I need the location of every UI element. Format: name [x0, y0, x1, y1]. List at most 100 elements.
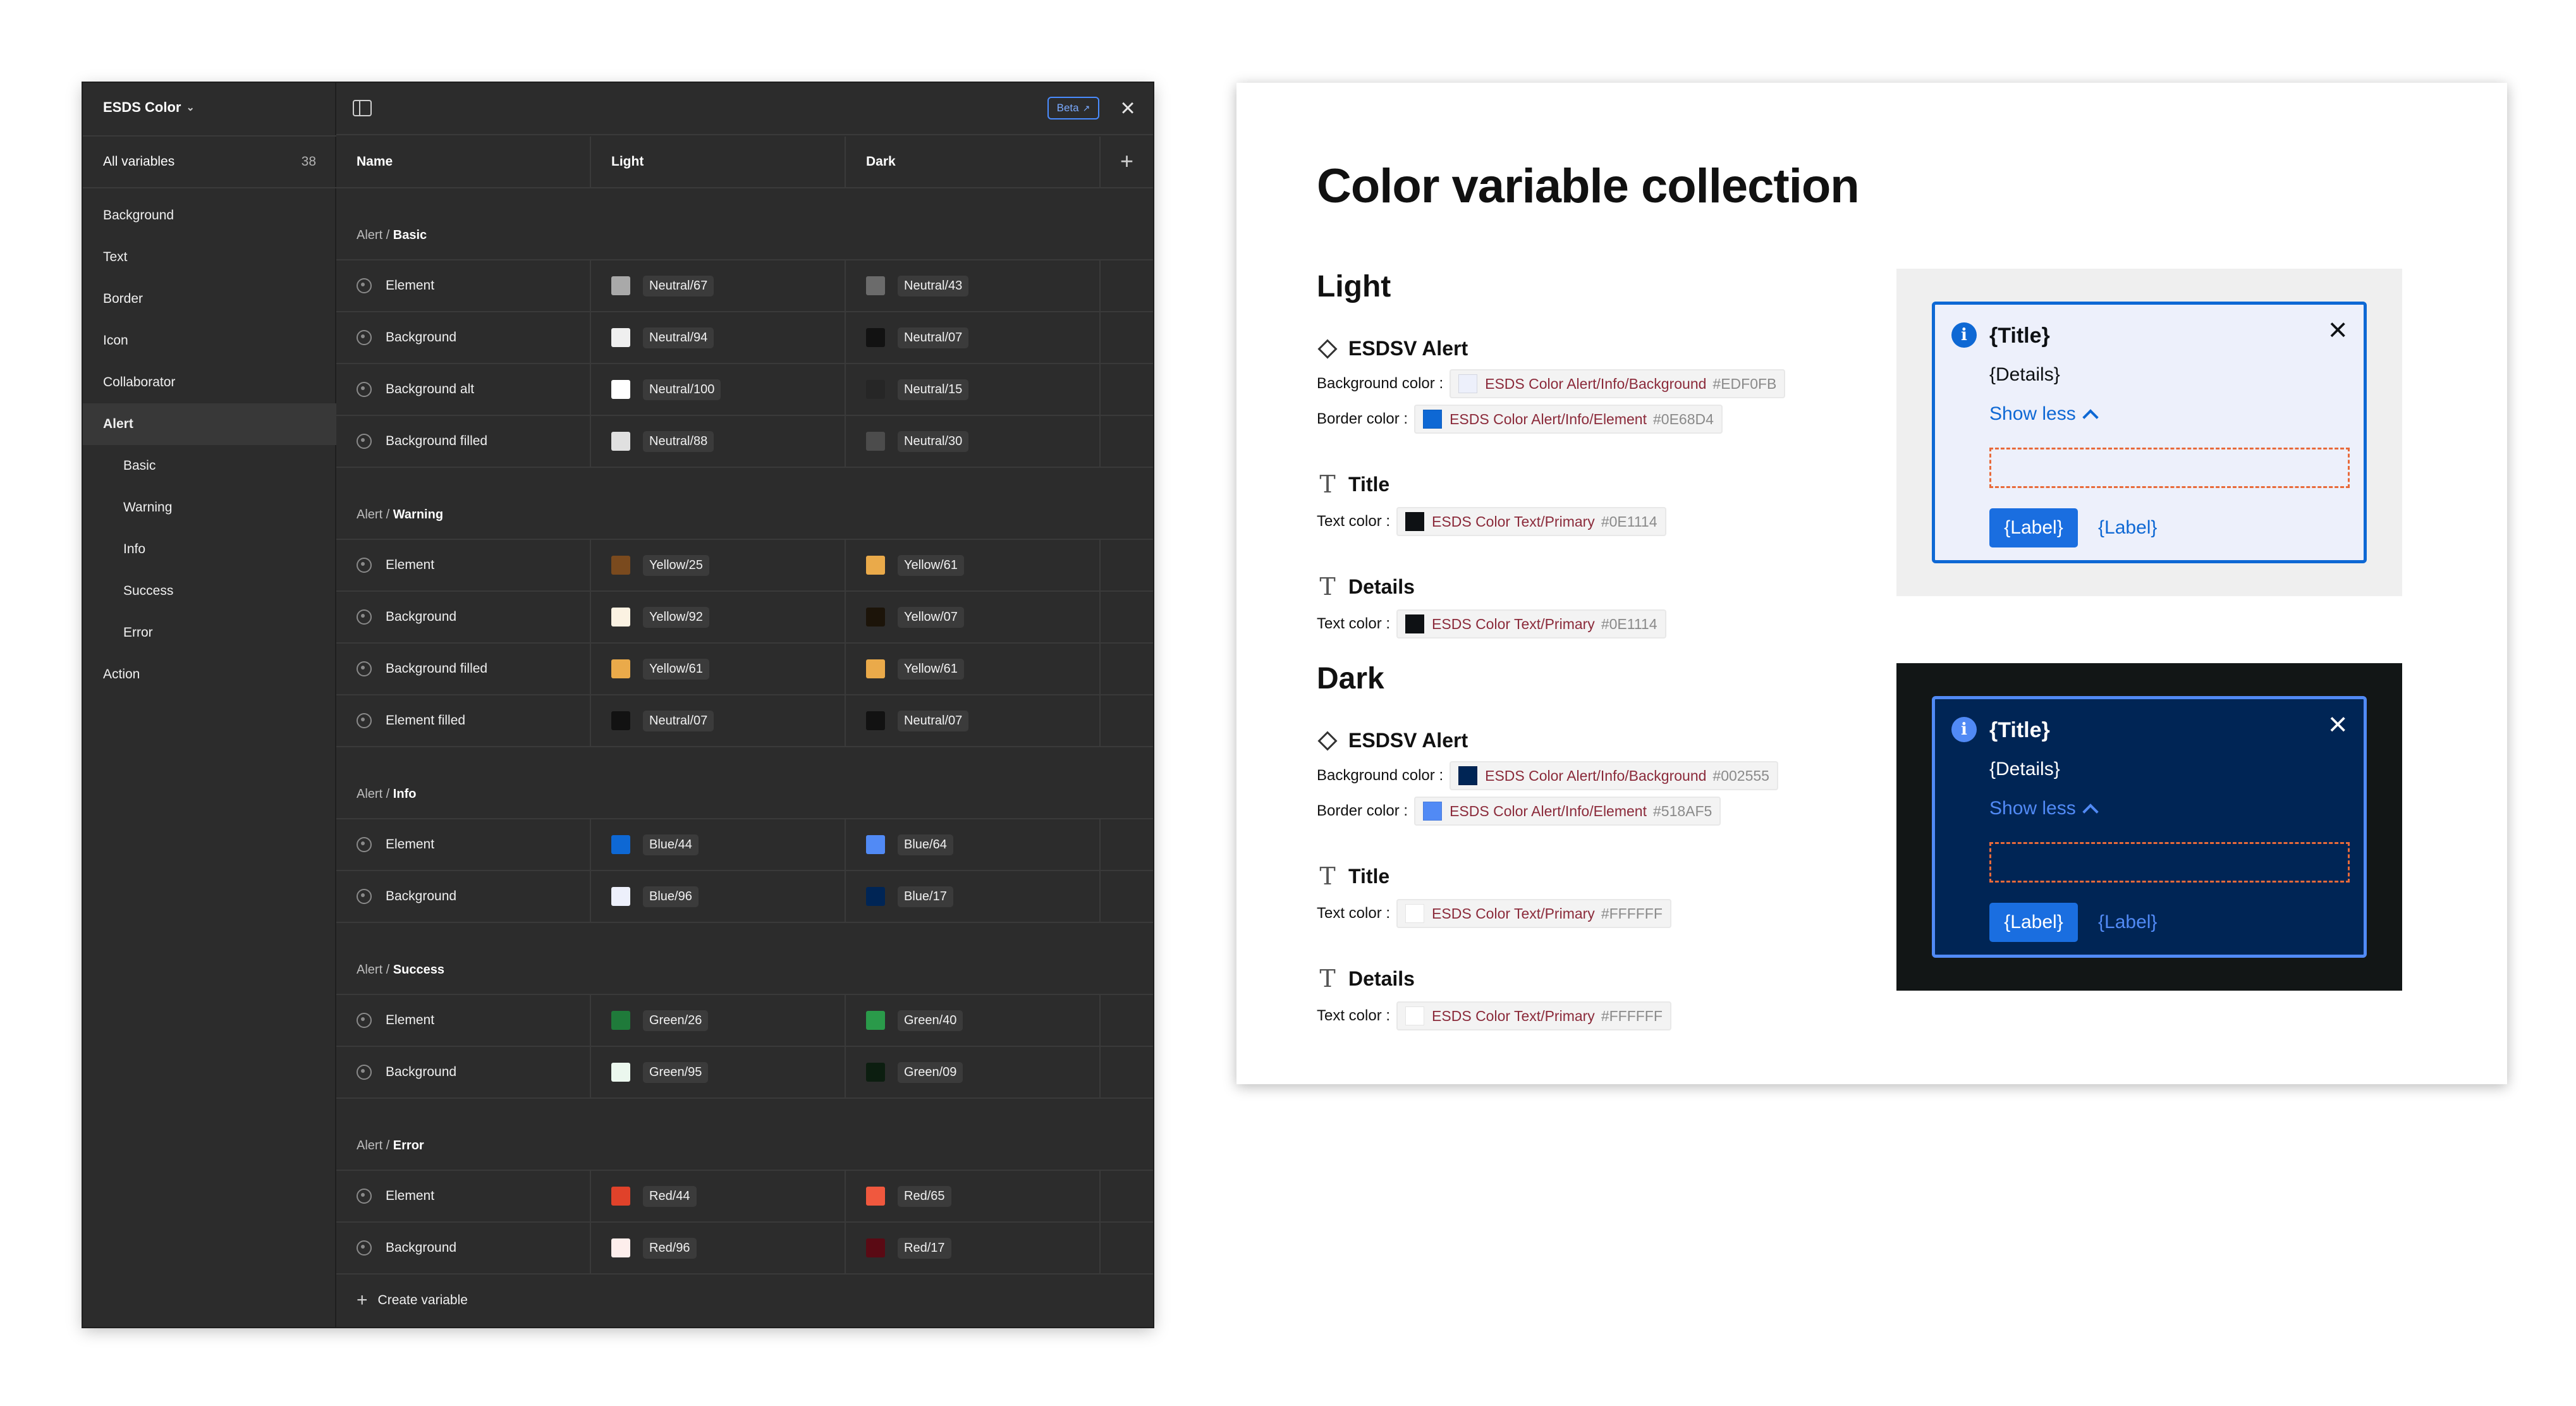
table-row[interactable]: Element filled Neutral/07 Neutral/07 [336, 695, 1153, 747]
dark-value-cell[interactable]: Neutral/30 [846, 416, 1101, 467]
variable-name-cell[interactable]: Background filled [336, 416, 591, 467]
alias-pill[interactable]: Neutral/67 [643, 275, 714, 296]
variable-name-cell[interactable]: Background [336, 592, 591, 642]
show-less-toggle[interactable]: Show less [1989, 403, 2099, 425]
link-button[interactable]: {Label} [2098, 508, 2157, 547]
alias-pill[interactable]: Green/09 [898, 1061, 963, 1083]
alias-pill[interactable]: Neutral/07 [898, 327, 969, 348]
table-row[interactable]: Element Green/26 Green/40 [336, 995, 1153, 1047]
alias-pill[interactable]: Yellow/61 [898, 554, 964, 576]
light-value-cell[interactable]: Yellow/25 [591, 540, 846, 590]
table-row[interactable]: Background filled Neutral/88 Neutral/30 [336, 416, 1153, 468]
light-value-cell[interactable]: Yellow/92 [591, 592, 846, 642]
add-mode-icon[interactable]: + [1120, 148, 1133, 174]
variable-name-cell[interactable]: Element [336, 819, 591, 870]
table-row[interactable]: Background Neutral/94 Neutral/07 [336, 312, 1153, 364]
table-row[interactable]: Background Blue/96 Blue/17 [336, 871, 1153, 923]
variable-name-cell[interactable]: Element filled [336, 695, 591, 746]
light-value-cell[interactable]: Green/95 [591, 1047, 846, 1097]
sidebar-item-basic[interactable]: Basic [83, 445, 336, 487]
sidebar-item-background[interactable]: Background [83, 195, 336, 236]
sidebar-item-error[interactable]: Error [83, 612, 336, 654]
alias-pill[interactable]: Red/44 [643, 1185, 697, 1207]
table-row[interactable]: Element Yellow/25 Yellow/61 [336, 540, 1153, 592]
show-less-toggle[interactable]: Show less [1989, 798, 2099, 820]
close-icon[interactable]: × [2328, 708, 2347, 741]
light-value-cell[interactable]: Green/26 [591, 995, 846, 1046]
sidebar-item-warning[interactable]: Warning [83, 487, 336, 529]
all-variables-item[interactable]: All variables 38 [83, 137, 336, 188]
close-icon[interactable]: × [2328, 314, 2347, 346]
light-value-cell[interactable]: Neutral/07 [591, 695, 846, 746]
dark-value-cell[interactable]: Neutral/07 [846, 312, 1101, 363]
sidebar-item-action[interactable]: Action [83, 654, 336, 695]
variable-name-cell[interactable]: Element [336, 540, 591, 590]
link-button[interactable]: {Label} [2098, 903, 2157, 942]
alias-pill[interactable]: Red/17 [898, 1237, 951, 1259]
dark-value-cell[interactable]: Neutral/07 [846, 695, 1101, 746]
beta-badge[interactable]: Beta ↗ [1047, 97, 1099, 119]
dark-value-cell[interactable]: Neutral/15 [846, 364, 1101, 415]
dark-value-cell[interactable]: Red/17 [846, 1223, 1101, 1273]
alias-pill[interactable]: Blue/44 [643, 834, 699, 855]
alias-pill[interactable]: Green/26 [643, 1010, 709, 1031]
light-value-cell[interactable]: Blue/44 [591, 819, 846, 870]
sidebar-item-alert[interactable]: Alert [83, 403, 336, 445]
primary-button[interactable]: {Label} [1989, 508, 2078, 547]
alias-pill[interactable]: Neutral/07 [643, 710, 714, 731]
alias-pill[interactable]: Neutral/88 [643, 431, 714, 452]
alias-pill[interactable]: Blue/64 [898, 834, 953, 855]
alias-pill[interactable]: Blue/17 [898, 886, 953, 907]
collection-dropdown[interactable]: ESDS Color ⌄ [103, 99, 195, 116]
table-row[interactable]: Background filled Yellow/61 Yellow/61 [336, 644, 1153, 695]
variable-name-cell[interactable]: Background alt [336, 364, 591, 415]
alias-pill[interactable]: Yellow/07 [898, 606, 964, 628]
sidebar-item-success[interactable]: Success [83, 570, 336, 612]
alias-pill[interactable]: Neutral/30 [898, 431, 969, 452]
variable-name-cell[interactable]: Background filled [336, 644, 591, 694]
dark-value-cell[interactable]: Red/65 [846, 1171, 1101, 1221]
variable-name-cell[interactable]: Background [336, 1223, 591, 1273]
dark-value-cell[interactable]: Neutral/43 [846, 260, 1101, 311]
alias-pill[interactable]: Neutral/15 [898, 379, 969, 400]
alias-pill[interactable]: Yellow/61 [898, 658, 964, 680]
sidebar-toggle-icon[interactable] [353, 100, 372, 116]
sidebar-item-border[interactable]: Border [83, 278, 336, 320]
variable-name-cell[interactable]: Element [336, 260, 591, 311]
variable-name-cell[interactable]: Background [336, 871, 591, 922]
create-variable-button[interactable]: + Create variable [336, 1275, 1153, 1326]
dark-value-cell[interactable]: Blue/64 [846, 819, 1101, 870]
light-value-cell[interactable]: Neutral/100 [591, 364, 846, 415]
alias-pill[interactable]: Green/40 [898, 1010, 963, 1031]
table-row[interactable]: Background alt Neutral/100 Neutral/15 [336, 364, 1153, 416]
dark-value-cell[interactable]: Blue/17 [846, 871, 1101, 922]
table-row[interactable]: Element Neutral/67 Neutral/43 [336, 260, 1153, 312]
column-dark[interactable]: Dark [846, 137, 1101, 187]
light-value-cell[interactable]: Neutral/88 [591, 416, 846, 467]
light-value-cell[interactable]: Red/44 [591, 1171, 846, 1221]
dark-value-cell[interactable]: Yellow/07 [846, 592, 1101, 642]
light-value-cell[interactable]: Neutral/67 [591, 260, 846, 311]
variable-name-cell[interactable]: Element [336, 1171, 591, 1221]
close-icon[interactable]: × [1114, 94, 1142, 122]
dark-value-cell[interactable]: Yellow/61 [846, 644, 1101, 694]
table-row[interactable]: Background Yellow/92 Yellow/07 [336, 592, 1153, 644]
dark-value-cell[interactable]: Green/09 [846, 1047, 1101, 1097]
alias-pill[interactable]: Yellow/25 [643, 554, 709, 576]
alias-pill[interactable]: Red/96 [643, 1237, 697, 1259]
alias-pill[interactable]: Red/65 [898, 1185, 951, 1207]
sidebar-item-text[interactable]: Text [83, 236, 336, 278]
primary-button[interactable]: {Label} [1989, 903, 2078, 942]
light-value-cell[interactable]: Yellow/61 [591, 644, 846, 694]
sidebar-item-collaborator[interactable]: Collaborator [83, 362, 336, 403]
alias-pill[interactable]: Neutral/94 [643, 327, 714, 348]
column-light[interactable]: Light [591, 137, 846, 187]
dark-value-cell[interactable]: Yellow/61 [846, 540, 1101, 590]
dark-value-cell[interactable]: Green/40 [846, 995, 1101, 1046]
alias-pill[interactable]: Blue/96 [643, 886, 699, 907]
sidebar-item-info[interactable]: Info [83, 529, 336, 570]
variable-name-cell[interactable]: Background [336, 312, 591, 363]
alias-pill[interactable]: Neutral/43 [898, 275, 969, 296]
light-value-cell[interactable]: Blue/96 [591, 871, 846, 922]
sidebar-item-icon[interactable]: Icon [83, 320, 336, 362]
